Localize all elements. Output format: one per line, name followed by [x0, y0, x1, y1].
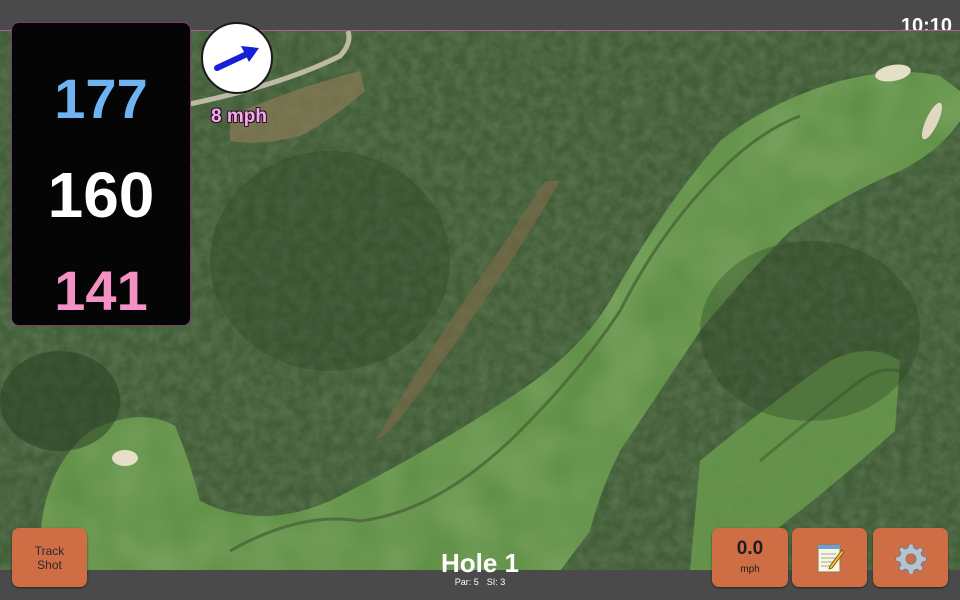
front-distance: 141 [54, 259, 148, 322]
track-shot-label-line1: Track [34, 543, 65, 558]
wind-direction-arrow-icon [214, 46, 259, 71]
speed-button[interactable]: 0.0 mph [712, 528, 788, 587]
hole-info: Par: 5 SI: 3 [380, 576, 580, 588]
hole-par: Par: 5 [454, 577, 479, 587]
distance-panel: 177 160 141 [11, 22, 191, 326]
hole-title: Hole 1 [440, 548, 520, 578]
wind-dial[interactable] [201, 22, 273, 94]
notes-button[interactable] [792, 528, 867, 587]
notepad-icon [817, 544, 845, 572]
gear-icon [894, 543, 927, 574]
wind-speed: 8 mph [211, 106, 267, 127]
middle-distance: 160 [47, 159, 155, 231]
hole-si: SI: 3 [486, 577, 506, 587]
settings-button[interactable] [873, 528, 948, 587]
speed-unit: mph [740, 563, 760, 575]
track-shot-label-line2: Shot [37, 557, 62, 572]
speed-value: 0.0 [736, 537, 764, 559]
back-distance: 177 [54, 67, 148, 130]
track-shot-button[interactable]: Track Shot [12, 528, 87, 587]
